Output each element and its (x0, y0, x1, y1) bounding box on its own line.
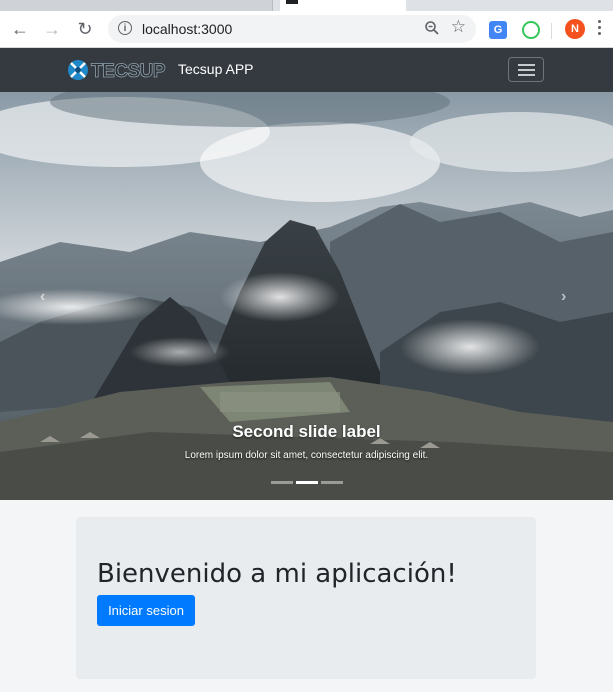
browser-menu-icon[interactable] (598, 20, 602, 35)
tecsup-logo[interactable]: TECSUP (66, 58, 176, 82)
address-url[interactable]: localhost:3000 (142, 21, 232, 37)
carousel-indicator-1[interactable] (270, 481, 293, 484)
bookmark-star-icon[interactable]: ☆ (451, 17, 466, 37)
carousel-prev-chevron-icon[interactable]: ‹ (40, 288, 45, 306)
forward-arrow-icon[interactable]: → (40, 17, 64, 41)
back-arrow-icon[interactable]: ← (8, 17, 32, 41)
carousel-indicator-2[interactable] (295, 481, 318, 484)
carousel-indicator-3[interactable] (320, 481, 343, 484)
translate-extension-icon[interactable]: G (489, 21, 507, 39)
welcome-heading: Bienvenido a mi aplicación! (97, 559, 457, 589)
extension-circle-icon[interactable] (522, 21, 540, 39)
carousel-caption-text: Lorem ipsum dolor sit amet, consectetur … (184, 450, 429, 461)
reload-icon[interactable]: ↻ (73, 17, 97, 41)
navbar-brand[interactable]: Tecsup APP (178, 61, 254, 77)
login-button[interactable]: Iniciar sesion (97, 595, 195, 626)
browser-tab-active[interactable] (280, 0, 406, 11)
navbar-toggler-button[interactable] (508, 57, 544, 82)
carousel-indicators (0, 481, 613, 484)
zoom-icon[interactable] (424, 20, 440, 41)
profile-avatar[interactable]: N (565, 19, 585, 39)
browser-tab-inactive-2[interactable] (406, 0, 613, 11)
jumbotron: Bienvenido a mi aplicación! Iniciar sesi… (76, 517, 536, 679)
browser-tab-inactive[interactable] (0, 0, 273, 11)
svg-text:TECSUP: TECSUP (91, 61, 166, 82)
tab-favicon-icon (286, 0, 298, 4)
address-bar[interactable]: i localhost:3000 ☆ (108, 15, 476, 43)
toolbar-divider (551, 23, 552, 39)
browser-toolbar: ← → ↻ i localhost:3000 ☆ G N (0, 11, 613, 48)
carousel-caption-title: Second slide label (232, 422, 381, 441)
carousel: ‹ › Second slide label Lorem ipsum dolor… (0, 92, 613, 500)
carousel-next-chevron-icon[interactable]: › (561, 288, 566, 306)
site-info-icon[interactable]: i (118, 21, 132, 35)
browser-tabstrip (0, 0, 613, 11)
